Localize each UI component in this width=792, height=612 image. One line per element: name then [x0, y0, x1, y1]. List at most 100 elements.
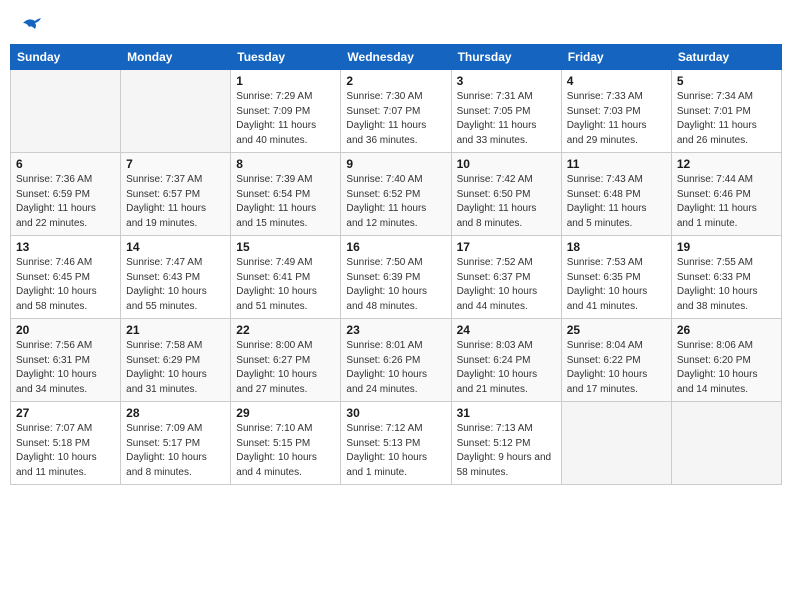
day-info: Sunrise: 7:58 AMSunset: 6:29 PMDaylight:… — [126, 339, 225, 397]
calendar-cell: 2 Sunrise: 7:30 AMSunset: 7:07 PMDaylight… — [341, 70, 451, 153]
weekday-header: Friday — [561, 45, 671, 70]
logo — [20, 15, 44, 29]
day-number: 2 — [346, 74, 445, 88]
day-number: 3 — [457, 74, 556, 88]
day-info: Sunrise: 7:43 AMSunset: 6:48 PMDaylight:… — [567, 173, 666, 231]
calendar-cell: 5 Sunrise: 7:34 AMSunset: 7:01 PMDaylight… — [671, 70, 781, 153]
day-number: 1 — [236, 74, 335, 88]
calendar-cell: 7 Sunrise: 7:37 AMSunset: 6:57 PMDaylight… — [121, 153, 231, 236]
calendar-week-row: 6 Sunrise: 7:36 AMSunset: 6:59 PMDaylight… — [11, 153, 782, 236]
weekday-header: Sunday — [11, 45, 121, 70]
weekday-header: Thursday — [451, 45, 561, 70]
day-number: 6 — [16, 157, 115, 171]
calendar-cell: 4Sunrise: 7:33 AMSunset: 7:03 PMDaylight… — [561, 70, 671, 153]
calendar-cell: 10 Sunrise: 7:42 AMSunset: 6:50 PMDayligh… — [451, 153, 561, 236]
weekday-header: Wednesday — [341, 45, 451, 70]
calendar-cell — [11, 70, 121, 153]
day-number: 20 — [16, 323, 115, 337]
day-info: Sunrise: 7:37 AMSunset: 6:57 PMDaylight:… — [126, 173, 225, 231]
day-number: 4 — [567, 74, 666, 88]
calendar-cell: 25 Sunrise: 8:04 AMSunset: 6:22 PMDayligh… — [561, 319, 671, 402]
day-number: 19 — [677, 240, 776, 254]
calendar-cell: 1 Sunrise: 7:29 AMSunset: 7:09 PMDaylight… — [231, 70, 341, 153]
day-number: 24 — [457, 323, 556, 337]
page-header — [10, 10, 782, 34]
day-number: 22 — [236, 323, 335, 337]
calendar-cell: 14 Sunrise: 7:47 AMSunset: 6:43 PMDayligh… — [121, 236, 231, 319]
day-info: Sunrise: 7:56 AMSunset: 6:31 PMDaylight:… — [16, 339, 115, 397]
day-number: 21 — [126, 323, 225, 337]
calendar-cell: 26 Sunrise: 8:06 AMSunset: 6:20 PMDayligh… — [671, 319, 781, 402]
day-number: 11 — [567, 157, 666, 171]
calendar-cell: 30 Sunrise: 7:12 AMSunset: 5:13 PMDayligh… — [341, 402, 451, 485]
day-number: 23 — [346, 323, 445, 337]
day-info: Sunrise: 8:06 AMSunset: 6:20 PMDaylight:… — [677, 339, 776, 397]
day-info: Sunrise: 7:53 AMSunset: 6:35 PMDaylight:… — [567, 256, 666, 314]
day-info: Sunrise: 7:29 AMSunset: 7:09 PMDaylight:… — [236, 90, 335, 148]
day-info: Sunrise: 7:39 AMSunset: 6:54 PMDaylight:… — [236, 173, 335, 231]
calendar-table: SundayMondayTuesdayWednesdayThursdayFrid… — [10, 44, 782, 485]
day-info: Sunrise: 7:49 AMSunset: 6:41 PMDaylight:… — [236, 256, 335, 314]
day-info: Sunrise: 7:46 AMSunset: 6:45 PMDaylight:… — [16, 256, 115, 314]
day-info: Sunrise: 7:42 AMSunset: 6:50 PMDaylight:… — [457, 173, 556, 231]
calendar-cell: 8 Sunrise: 7:39 AMSunset: 6:54 PMDaylight… — [231, 153, 341, 236]
day-info: Sunrise: 7:13 AMSunset: 5:12 PMDaylight:… — [457, 422, 556, 480]
day-info: Sunrise: 7:09 AMSunset: 5:17 PMDaylight:… — [126, 422, 225, 480]
day-info: Sunrise: 7:34 AMSunset: 7:01 PMDaylight:… — [677, 90, 776, 148]
calendar-cell: 17 Sunrise: 7:52 AMSunset: 6:37 PMDayligh… — [451, 236, 561, 319]
calendar-cell: 6 Sunrise: 7:36 AMSunset: 6:59 PMDaylight… — [11, 153, 121, 236]
day-info: Sunrise: 8:04 AMSunset: 6:22 PMDaylight:… — [567, 339, 666, 397]
day-number: 10 — [457, 157, 556, 171]
calendar-cell: 31 Sunrise: 7:13 AMSunset: 5:12 PMDayligh… — [451, 402, 561, 485]
day-number: 12 — [677, 157, 776, 171]
day-number: 27 — [16, 406, 115, 420]
day-number: 25 — [567, 323, 666, 337]
day-number: 30 — [346, 406, 445, 420]
calendar-cell: 9Sunrise: 7:40 AMSunset: 6:52 PMDaylight… — [341, 153, 451, 236]
calendar-cell: 13 Sunrise: 7:46 AMSunset: 6:45 PMDayligh… — [11, 236, 121, 319]
calendar-cell: 24 Sunrise: 8:03 AMSunset: 6:24 PMDayligh… — [451, 319, 561, 402]
day-info: Sunrise: 7:36 AMSunset: 6:59 PMDaylight:… — [16, 173, 115, 231]
weekday-header: Saturday — [671, 45, 781, 70]
day-number: 14 — [126, 240, 225, 254]
calendar-cell: 23 Sunrise: 8:01 AMSunset: 6:26 PMDayligh… — [341, 319, 451, 402]
day-info: Sunrise: 7:50 AMSunset: 6:39 PMDaylight:… — [346, 256, 445, 314]
calendar-header-row: SundayMondayTuesdayWednesdayThursdayFrid… — [11, 45, 782, 70]
day-info: Sunrise: 7:10 AMSunset: 5:15 PMDaylight:… — [236, 422, 335, 480]
day-number: 13 — [16, 240, 115, 254]
day-info: Sunrise: 7:44 AMSunset: 6:46 PMDaylight:… — [677, 173, 776, 231]
day-number: 31 — [457, 406, 556, 420]
day-info: Sunrise: 7:07 AMSunset: 5:18 PMDaylight:… — [16, 422, 115, 480]
day-number: 18 — [567, 240, 666, 254]
day-number: 7 — [126, 157, 225, 171]
day-info: Sunrise: 7:30 AMSunset: 7:07 PMDaylight:… — [346, 90, 445, 148]
calendar-cell: 19 Sunrise: 7:55 AMSunset: 6:33 PMDayligh… — [671, 236, 781, 319]
calendar-cell — [671, 402, 781, 485]
day-info: Sunrise: 7:31 AMSunset: 7:05 PMDaylight:… — [457, 90, 556, 148]
calendar-cell: 12 Sunrise: 7:44 AMSunset: 6:46 PMDayligh… — [671, 153, 781, 236]
day-info: Sunrise: 7:55 AMSunset: 6:33 PMDaylight:… — [677, 256, 776, 314]
day-info: Sunrise: 7:47 AMSunset: 6:43 PMDaylight:… — [126, 256, 225, 314]
day-number: 29 — [236, 406, 335, 420]
calendar-cell: 22Sunrise: 8:00 AMSunset: 6:27 PMDayligh… — [231, 319, 341, 402]
weekday-header: Tuesday — [231, 45, 341, 70]
calendar-cell — [121, 70, 231, 153]
day-info: Sunrise: 8:01 AMSunset: 6:26 PMDaylight:… — [346, 339, 445, 397]
weekday-header: Monday — [121, 45, 231, 70]
day-info: Sunrise: 8:03 AMSunset: 6:24 PMDaylight:… — [457, 339, 556, 397]
calendar-week-row: 20 Sunrise: 7:56 AMSunset: 6:31 PMDayligh… — [11, 319, 782, 402]
calendar-cell: 16Sunrise: 7:50 AMSunset: 6:39 PMDayligh… — [341, 236, 451, 319]
day-number: 8 — [236, 157, 335, 171]
calendar-week-row: 1 Sunrise: 7:29 AMSunset: 7:09 PMDaylight… — [11, 70, 782, 153]
logo-bird-icon — [21, 15, 43, 33]
day-number: 26 — [677, 323, 776, 337]
day-info: Sunrise: 7:12 AMSunset: 5:13 PMDaylight:… — [346, 422, 445, 480]
calendar-cell: 11 Sunrise: 7:43 AMSunset: 6:48 PMDayligh… — [561, 153, 671, 236]
day-info: Sunrise: 7:52 AMSunset: 6:37 PMDaylight:… — [457, 256, 556, 314]
day-number: 5 — [677, 74, 776, 88]
day-number: 17 — [457, 240, 556, 254]
day-number: 15 — [236, 240, 335, 254]
calendar-cell: 3 Sunrise: 7:31 AMSunset: 7:05 PMDaylight… — [451, 70, 561, 153]
day-info: Sunrise: 7:40 AMSunset: 6:52 PMDaylight:… — [346, 173, 445, 231]
calendar-cell: 15 Sunrise: 7:49 AMSunset: 6:41 PMDayligh… — [231, 236, 341, 319]
